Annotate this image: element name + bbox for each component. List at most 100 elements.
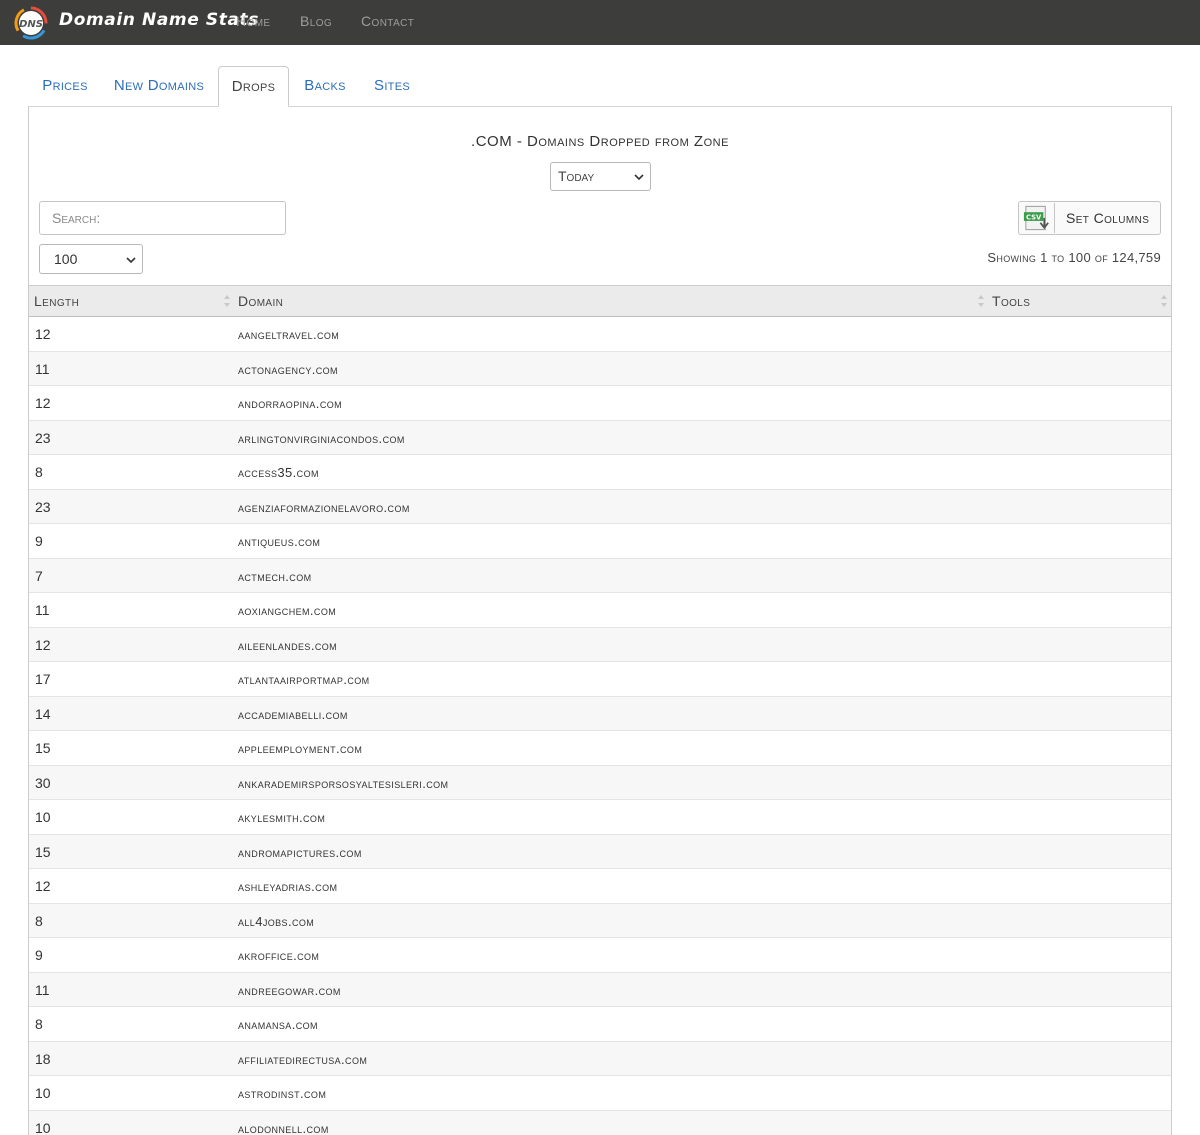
cell-length: 14 bbox=[35, 705, 51, 722]
cell-domain[interactable]: affiliatedirectusa.com bbox=[238, 1052, 367, 1067]
nav-link-contact[interactable]: Contact bbox=[361, 13, 414, 29]
cell-domain[interactable]: accademiabelli.com bbox=[238, 707, 348, 722]
cell-length: 11 bbox=[35, 602, 50, 618]
cell-length: 17 bbox=[35, 671, 51, 687]
table-row[interactable]: 8 access35.com bbox=[29, 455, 1171, 490]
table-row[interactable]: 14 accademiabelli.com bbox=[29, 696, 1171, 731]
cell-domain[interactable]: alodonnell.com bbox=[238, 1121, 329, 1135]
cell-length: 12 bbox=[35, 878, 51, 894]
page-size-value: 100 bbox=[54, 251, 78, 267]
cell-domain[interactable]: actonagency.com bbox=[238, 362, 338, 377]
sort-icon[interactable] bbox=[223, 294, 231, 308]
tab-sites[interactable]: Sites bbox=[362, 66, 422, 107]
cell-domain[interactable]: aileenlandes.com bbox=[238, 638, 337, 653]
cell-domain[interactable]: antiqueus.com bbox=[238, 534, 320, 549]
table-row[interactable]: 30 ankarademirsporsosyaltesisleri.com bbox=[29, 765, 1171, 800]
cell-length: 9 bbox=[35, 947, 43, 963]
cell-length: 8 bbox=[35, 912, 43, 929]
tab-new-domains[interactable]: New Domains bbox=[104, 66, 214, 107]
column-header-domain[interactable]: Domain bbox=[238, 293, 283, 309]
table-row[interactable]: 9 akroffice.com bbox=[29, 938, 1171, 973]
brand-name[interactable]: Domain Name Stats bbox=[59, 10, 259, 30]
cell-domain[interactable]: andorraopina.com bbox=[238, 396, 342, 411]
table-row[interactable]: 11 aoxiangchem.com bbox=[29, 593, 1171, 628]
page-size-select[interactable]: 100 bbox=[39, 244, 143, 274]
cell-length: 23 bbox=[35, 429, 51, 446]
cell-domain[interactable]: appleemployment.com bbox=[238, 741, 362, 756]
cell-length: 12 bbox=[35, 636, 51, 653]
table-row[interactable]: 15 andromapictures.com bbox=[29, 834, 1171, 869]
dns-logo-icon[interactable]: DNS bbox=[14, 6, 48, 40]
cell-domain[interactable]: aangeltravel.com bbox=[238, 327, 339, 342]
table-row[interactable]: 9 antiqueus.com bbox=[29, 524, 1171, 559]
cell-domain[interactable]: akroffice.com bbox=[238, 948, 319, 963]
cell-domain[interactable]: andreegowar.com bbox=[238, 983, 341, 998]
search-input[interactable]: Search: bbox=[39, 201, 286, 235]
cell-domain[interactable]: ankarademirsporsosyaltesisleri.com bbox=[238, 776, 448, 791]
cell-domain[interactable]: actmech.com bbox=[238, 569, 312, 584]
table-row[interactable]: 11 andreegowar.com bbox=[29, 972, 1171, 1007]
period-select-value: Today bbox=[558, 168, 595, 184]
table-row[interactable]: 15 appleemployment.com bbox=[29, 731, 1171, 766]
set-columns-button[interactable]: CSV Set Columns bbox=[1018, 201, 1161, 235]
cell-length: 8 bbox=[35, 1016, 43, 1032]
cell-domain[interactable]: agenziaformazionelavoro.com bbox=[238, 500, 410, 515]
table-row[interactable]: 8 all4jobs.com bbox=[29, 903, 1171, 938]
cell-domain[interactable]: aoxiangchem.com bbox=[238, 603, 336, 618]
cell-length: 12 bbox=[35, 326, 51, 342]
set-columns-label: Set Columns bbox=[1066, 210, 1150, 226]
table-row[interactable]: 8 anamansa.com bbox=[29, 1007, 1171, 1042]
sort-icon[interactable] bbox=[977, 294, 985, 308]
cell-domain[interactable]: all4jobs.com bbox=[238, 914, 314, 929]
logo-text: DNS bbox=[19, 19, 43, 30]
cell-length: 23 bbox=[35, 498, 51, 515]
cell-domain[interactable]: atlantaairportmap.com bbox=[238, 672, 370, 687]
chevron-down-icon bbox=[126, 257, 136, 264]
cell-length: 10 bbox=[35, 1119, 51, 1135]
table-row[interactable]: 17 atlantaairportmap.com bbox=[29, 662, 1171, 697]
nav-link-home[interactable]: Home bbox=[236, 13, 271, 29]
table-row[interactable]: 10 alodonnell.com bbox=[29, 1110, 1171, 1135]
cell-length: 9 bbox=[35, 533, 43, 549]
tab-backs[interactable]: Backs bbox=[294, 66, 356, 107]
sort-icon[interactable] bbox=[1160, 294, 1168, 308]
cell-length: 11 bbox=[35, 360, 50, 377]
cell-domain[interactable]: arlingtonvirginiacondos.com bbox=[238, 431, 405, 446]
csv-download-icon[interactable]: CSV bbox=[1021, 203, 1055, 233]
table-body: 12 aangeltravel.com 11 actonagency.com 12 and… bbox=[29, 317, 1171, 1135]
column-header-length[interactable]: Length bbox=[34, 293, 79, 309]
table-row[interactable]: 10 akylesmith.com bbox=[29, 800, 1171, 835]
cell-length: 11 bbox=[35, 981, 50, 998]
cell-length: 15 bbox=[35, 843, 51, 860]
cell-domain[interactable]: access35.com bbox=[238, 465, 319, 480]
period-select[interactable]: Today bbox=[550, 162, 651, 191]
column-header-tools[interactable]: Tools bbox=[992, 293, 1030, 309]
cell-domain[interactable]: anamansa.com bbox=[238, 1017, 318, 1032]
cell-domain[interactable]: akylesmith.com bbox=[238, 810, 325, 825]
nav-link-blog[interactable]: Blog bbox=[300, 13, 332, 29]
cell-length: 18 bbox=[35, 1050, 51, 1067]
tab-drops[interactable]: Drops bbox=[218, 66, 289, 107]
tab-prices[interactable]: Prices bbox=[30, 66, 100, 107]
table-row[interactable]: 7 actmech.com bbox=[29, 558, 1171, 593]
cell-domain[interactable]: astrodinst.com bbox=[238, 1086, 326, 1101]
table-row[interactable]: 10 astrodinst.com bbox=[29, 1076, 1171, 1111]
cell-length: 30 bbox=[35, 774, 51, 791]
showing-count: Showing 1 to 100 of 124,759 bbox=[987, 250, 1161, 265]
table-row[interactable]: 23 agenziaformazionelavoro.com bbox=[29, 489, 1171, 524]
table-row[interactable]: 23 arlingtonvirginiacondos.com bbox=[29, 420, 1171, 455]
table-row[interactable]: 18 affiliatedirectusa.com bbox=[29, 1041, 1171, 1076]
table-row[interactable]: 12 ashleyadrias.com bbox=[29, 869, 1171, 904]
cell-length: 12 bbox=[35, 395, 51, 411]
search-placeholder: Search: bbox=[52, 210, 101, 226]
top-navbar: DNS Domain Name Stats Home Blog Contact bbox=[0, 0, 1200, 45]
svg-text:CSV: CSV bbox=[1026, 213, 1042, 221]
cell-length: 8 bbox=[35, 464, 43, 480]
table-row[interactable]: 11 actonagency.com bbox=[29, 351, 1171, 386]
cell-domain[interactable]: andromapictures.com bbox=[238, 845, 362, 860]
table-row[interactable]: 12 andorraopina.com bbox=[29, 386, 1171, 421]
table-row[interactable]: 12 aangeltravel.com bbox=[29, 317, 1171, 352]
table-row[interactable]: 12 aileenlandes.com bbox=[29, 627, 1171, 662]
cell-domain[interactable]: ashleyadrias.com bbox=[238, 879, 337, 894]
page-title: .COM - Domains Dropped from Zone bbox=[471, 133, 729, 150]
